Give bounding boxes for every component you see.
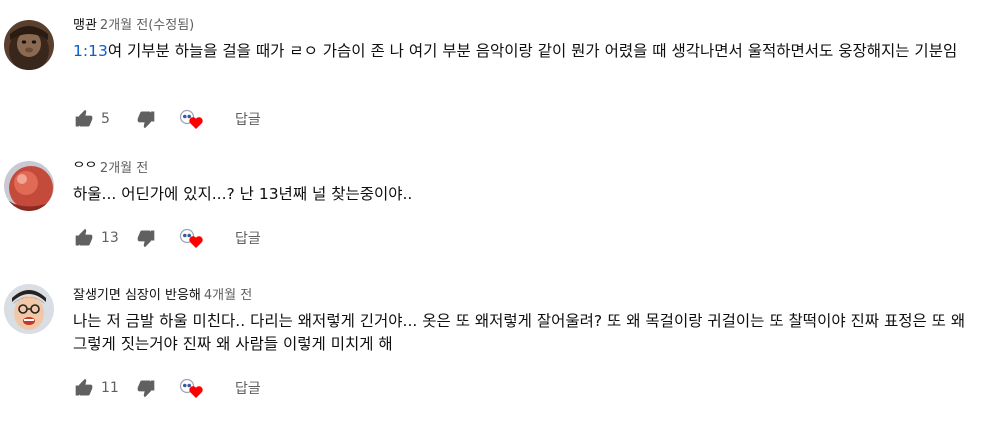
like-button[interactable] <box>73 108 95 130</box>
comment-text: 나는 저 금발 하울 미친다.. 다리는 왜저렇게 긴거야... 옷은 또 왜저… <box>73 310 992 356</box>
thumbs-down-icon <box>137 230 155 248</box>
thumbs-up-icon <box>75 228 93 246</box>
comment-header: 맹관 2개월 전(수정됨) <box>73 17 992 35</box>
thumbs-up-icon <box>75 109 93 127</box>
comment-text: 하울... 어딘가에 있지...? 난 13년째 널 찾는중이야.. <box>73 183 992 206</box>
dislike-button[interactable] <box>135 227 157 249</box>
dislike-button[interactable] <box>135 108 157 130</box>
author-name[interactable]: ᄋᄋ <box>73 161 97 176</box>
avatar[interactable] <box>4 20 54 70</box>
author-name[interactable]: 잘생기면 심장이 반응해 <box>73 288 201 303</box>
comment-time[interactable]: 2개월 전 <box>100 161 148 176</box>
comment-header: ᄋᄋ 2개월 전 <box>73 160 992 178</box>
comment-actions: 5 답글 <box>73 107 261 131</box>
comments-section: 맹관 2개월 전(수정됨) 1:13여 기부분 하늘을 걸을 때가 ㄹㅇ 가슴이 … <box>0 0 1000 424</box>
thumbs-down-icon <box>137 111 155 129</box>
like-count: 5 <box>101 111 110 127</box>
comment-time[interactable]: 4개월 전 <box>204 288 252 303</box>
reply-button[interactable]: 답글 <box>235 378 261 398</box>
comment-time[interactable]: 2개월 전(수정됨) <box>100 18 194 33</box>
comment-actions: 13 답글 <box>73 226 261 250</box>
creator-heart-icon <box>179 227 203 249</box>
comment-header: 잘생기면 심장이 반응해 4개월 전 <box>73 287 992 305</box>
comment-text-body: 나는 저 금발 하울 미친다.. 다리는 왜저렇게 긴거야... 옷은 또 왜저… <box>73 312 966 353</box>
creator-heart-icon <box>179 377 203 399</box>
like-count: 13 <box>101 230 119 246</box>
author-name[interactable]: 맹관 <box>73 18 97 33</box>
creator-heart-icon <box>179 108 203 130</box>
avatar[interactable] <box>4 284 54 334</box>
thumbs-up-icon <box>75 378 93 396</box>
like-count: 11 <box>101 380 119 396</box>
reply-button[interactable]: 답글 <box>235 228 261 248</box>
comment-text-body: 여 기부분 하늘을 걸을 때가 ㄹㅇ 가슴이 존 나 여기 부분 음악이랑 같이… <box>107 42 958 60</box>
avatar[interactable] <box>4 161 54 211</box>
dislike-button[interactable] <box>135 377 157 399</box>
comment-actions: 11 답글 <box>73 376 261 400</box>
reply-button[interactable]: 답글 <box>235 109 261 129</box>
video-timestamp-link[interactable]: 1:13 <box>73 42 108 60</box>
comment-text: 1:13여 기부분 하늘을 걸을 때가 ㄹㅇ 가슴이 존 나 여기 부분 음악이… <box>73 40 992 63</box>
like-button[interactable] <box>73 227 95 249</box>
thumbs-down-icon <box>137 380 155 398</box>
like-button[interactable] <box>73 377 95 399</box>
comment-text-body: 하울... 어딘가에 있지...? 난 13년째 널 찾는중이야.. <box>73 185 413 203</box>
